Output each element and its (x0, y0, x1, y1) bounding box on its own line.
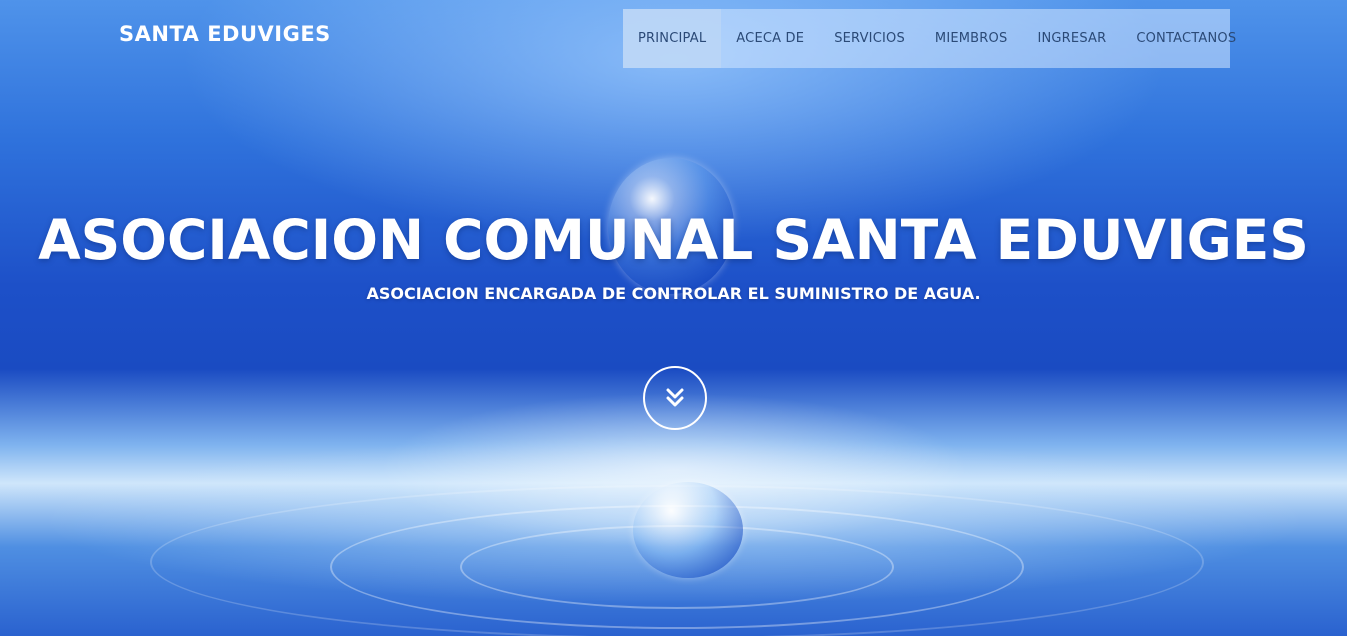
page-subtitle: ASOCIACION ENCARGADA DE CONTROLAR EL SUM… (366, 284, 981, 303)
double-chevron-down-icon (666, 388, 684, 407)
brand-logo[interactable]: SANTA EDUVIGES (119, 22, 331, 46)
hero-background (0, 0, 1347, 636)
nav-item-aceca-de[interactable]: ACECA DE (721, 9, 819, 68)
page-title: ASOCIACION COMUNAL SANTA EDUVIGES (38, 208, 1309, 272)
nav-item-ingresar[interactable]: INGRESAR (1022, 9, 1121, 68)
nav-item-principal[interactable]: PRINCIPAL (623, 9, 722, 68)
nav-item-contactanos[interactable]: CONTACTANOS (1121, 9, 1251, 68)
splash-water-drop (633, 482, 743, 578)
main-nav: PRINCIPAL ACECA DE SERVICIOS MIEMBROS IN… (623, 9, 1236, 68)
scroll-down-button[interactable] (643, 366, 707, 430)
nav-item-miembros[interactable]: MIEMBROS (920, 9, 1023, 68)
nav-item-servicios[interactable]: SERVICIOS (819, 9, 920, 68)
